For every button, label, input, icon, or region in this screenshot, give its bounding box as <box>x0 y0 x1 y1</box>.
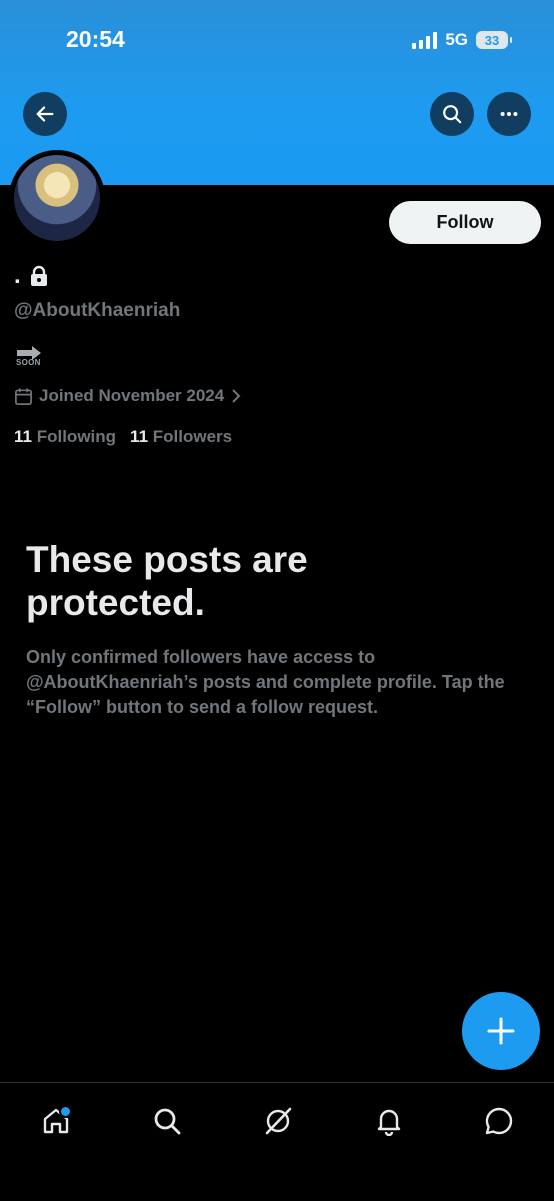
notification-dot <box>59 1105 72 1118</box>
nav-home[interactable] <box>36 1101 76 1141</box>
search-icon <box>154 1108 181 1135</box>
lock-icon <box>30 265 47 286</box>
avatar-image <box>14 155 100 241</box>
status-time: 20:54 <box>66 26 125 52</box>
search-button[interactable] <box>430 92 474 136</box>
bottom-navigation <box>0 1082 554 1201</box>
plus-icon <box>487 1017 515 1045</box>
grok-icon <box>265 1107 292 1135</box>
back-button[interactable] <box>23 92 67 136</box>
more-button[interactable] <box>487 92 531 136</box>
joined-date[interactable]: Joined November 2024 <box>14 386 242 406</box>
nav-messages[interactable] <box>479 1101 519 1141</box>
bio: SOON <box>16 346 42 367</box>
follow-stats: 11 Following 11 Followers <box>14 427 232 447</box>
network-type: 5G <box>445 30 468 49</box>
avatar[interactable] <box>9 150 105 246</box>
more-icon <box>500 111 518 117</box>
nav-notifications[interactable] <box>369 1101 409 1141</box>
protected-description: Only confirmed followers have access to … <box>26 647 505 717</box>
messages-icon <box>485 1107 513 1135</box>
bio-text: SOON <box>16 358 41 367</box>
profile-handle: @AboutKhaenriah <box>14 300 181 321</box>
following-label: Following <box>36 427 117 446</box>
status-indicators: 5G 33 <box>412 30 512 50</box>
display-name-text: . <box>14 262 21 289</box>
joined-text: Joined November 2024 <box>39 386 225 405</box>
battery-icon: 33 <box>476 31 512 49</box>
protected-title: These posts are protected. <box>26 539 308 623</box>
notifications-icon <box>377 1109 401 1136</box>
nav-search[interactable] <box>147 1101 187 1141</box>
search-icon <box>443 105 462 124</box>
compose-button[interactable] <box>462 992 540 1070</box>
nav-grok[interactable] <box>258 1101 298 1141</box>
followers-label: Followers <box>152 427 233 446</box>
arrow-left-icon <box>36 106 54 122</box>
battery-level: 33 <box>484 32 500 48</box>
following-count: 11 <box>14 427 32 446</box>
followers-link[interactable]: 11 Followers <box>130 427 232 447</box>
display-name: . <box>14 262 49 290</box>
calendar-icon <box>15 387 32 405</box>
chevron-right-icon <box>232 389 241 403</box>
signal-icon <box>412 31 438 49</box>
followers-count: 11 <box>130 427 149 446</box>
follow-button[interactable]: Follow <box>389 201 541 244</box>
following-link[interactable]: 11 Following <box>14 427 116 447</box>
